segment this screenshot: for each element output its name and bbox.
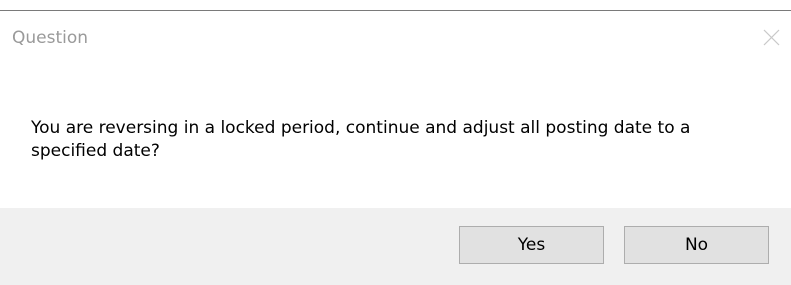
dialog-title: Question [12,28,89,48]
dialog-message: You are reversing in a locked period, co… [31,118,691,161]
close-icon [763,29,780,46]
close-button[interactable] [755,19,791,55]
no-button[interactable]: No [624,226,769,264]
button-bar: Yes No [0,208,791,285]
question-dialog: Question You are reversing in a locked p… [0,0,791,285]
yes-button[interactable]: Yes [459,226,604,264]
title-bar: Question [0,11,791,67]
